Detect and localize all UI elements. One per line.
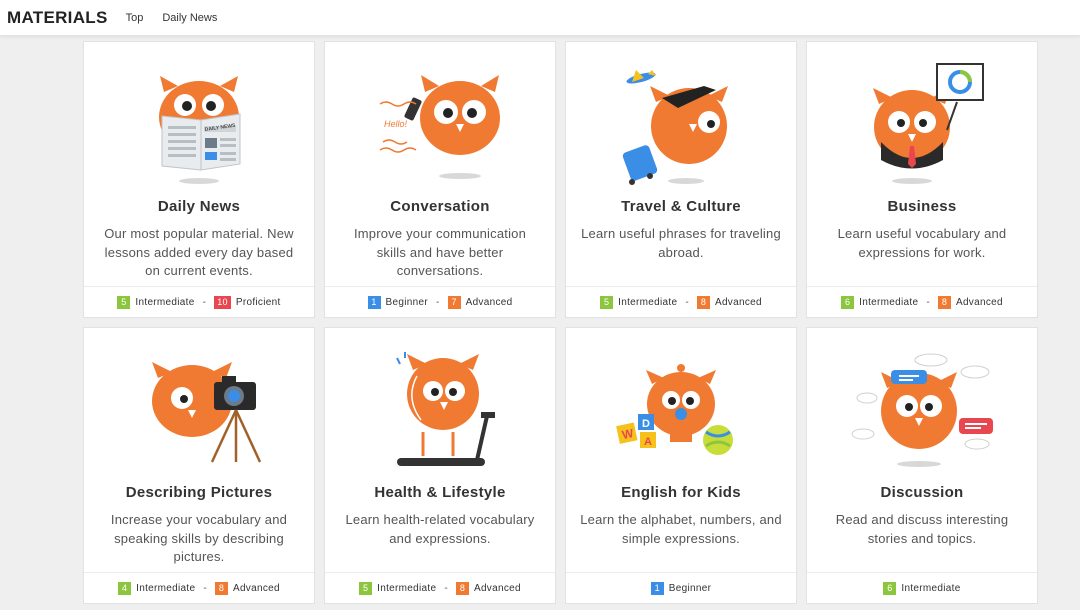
level-label: Advanced bbox=[473, 582, 521, 594]
card-description: Learn the alphabet, numbers, and simple … bbox=[580, 512, 782, 546]
level-badge: 5 bbox=[600, 295, 614, 309]
level-min: 1 Beginner bbox=[367, 295, 428, 309]
level-label: Intermediate bbox=[859, 296, 919, 308]
level-badge: 8 bbox=[696, 295, 710, 309]
level-badge: 8 bbox=[214, 581, 228, 595]
level-label: Intermediate bbox=[618, 296, 678, 308]
owl-traveler-icon bbox=[566, 42, 796, 192]
level-label: Intermediate bbox=[901, 582, 961, 594]
owl-reading-newspaper-icon: DAILY NEWS bbox=[84, 42, 314, 192]
material-card-conversation[interactable]: Hello! Conversation Improve your communi… bbox=[324, 41, 556, 318]
level-badge: 8 bbox=[937, 295, 951, 309]
level-separator: - bbox=[202, 296, 207, 308]
level-label: Beginner bbox=[668, 582, 712, 594]
level-min: 5 Intermediate bbox=[117, 295, 195, 309]
level-badge: 5 bbox=[359, 581, 373, 595]
level-separator: - bbox=[435, 296, 440, 308]
card-title: Describing Pictures bbox=[125, 484, 273, 501]
card-title: Discussion bbox=[880, 484, 964, 501]
level-separator: - bbox=[685, 296, 689, 308]
card-title: Business bbox=[887, 198, 957, 215]
card-title: Daily News bbox=[157, 198, 241, 215]
level-badge: 5 bbox=[117, 295, 131, 309]
card-description: Read and discuss interesting stories and… bbox=[835, 512, 1009, 546]
level-min: 5 Intermediate bbox=[359, 581, 437, 595]
nav-link-top[interactable]: Top bbox=[126, 12, 144, 24]
material-card-travel-culture[interactable]: Travel & Culture Learn useful phrases fo… bbox=[565, 41, 797, 318]
card-title: English for Kids bbox=[621, 484, 741, 501]
baby-owl-icon: W D A bbox=[566, 328, 796, 478]
level-label: Intermediate bbox=[377, 582, 437, 594]
level-range: 5 Intermediate - 10 Proficient bbox=[84, 286, 314, 317]
level-separator: - bbox=[444, 582, 448, 594]
level-max: 8 Advanced bbox=[937, 295, 1003, 309]
level-min: 4 Intermediate bbox=[118, 581, 196, 595]
nav-link-daily-news[interactable]: Daily News bbox=[162, 12, 217, 24]
card-description: Learn useful phrases for traveling abroa… bbox=[581, 226, 781, 260]
owl-discussion-icon bbox=[807, 328, 1037, 478]
block-a: A bbox=[644, 436, 652, 448]
card-description: Increase your vocabulary and speaking sk… bbox=[110, 512, 288, 564]
level-range: 5 Intermediate - 8 Advanced bbox=[325, 572, 555, 603]
level-max: 8 Advanced bbox=[455, 581, 521, 595]
level-range: 1 Beginner - 7 Advanced bbox=[325, 286, 555, 317]
card-description: Our most popular material. New lessons a… bbox=[104, 226, 294, 278]
level-range: 1 Beginner bbox=[566, 572, 796, 603]
level-range: 6 Intermediate - 8 Advanced bbox=[807, 286, 1037, 317]
level-badge: 7 bbox=[447, 295, 461, 309]
brand-logo[interactable]: MATERIALS bbox=[7, 8, 108, 28]
level-badge: 4 bbox=[118, 581, 132, 595]
material-card-health-lifestyle[interactable]: Health & Lifestyle Learn health-related … bbox=[324, 327, 556, 604]
top-nav-bar: MATERIALS Top Daily News bbox=[0, 0, 1080, 36]
owl-business-icon bbox=[807, 42, 1037, 192]
card-title: Health & Lifestyle bbox=[374, 484, 506, 501]
block-d: D bbox=[642, 418, 650, 430]
level-separator: - bbox=[203, 582, 207, 594]
card-title: Travel & Culture bbox=[621, 198, 741, 215]
level-badge: 1 bbox=[367, 295, 381, 309]
level-badge: 10 bbox=[214, 295, 231, 309]
level-label: Advanced bbox=[955, 296, 1003, 308]
owl-on-treadmill-icon bbox=[325, 328, 555, 478]
level-max: 8 Advanced bbox=[214, 581, 280, 595]
level-max: 7 Advanced bbox=[447, 295, 513, 309]
level-label: Intermediate bbox=[136, 582, 196, 594]
level-min: 5 Intermediate bbox=[600, 295, 678, 309]
level-label: Intermediate bbox=[135, 296, 195, 308]
card-description: Learn health-related vocabulary and expr… bbox=[345, 512, 535, 546]
level-badge: 6 bbox=[841, 295, 855, 309]
level-badge: 8 bbox=[455, 581, 469, 595]
owl-on-phone-icon: Hello! bbox=[325, 42, 555, 192]
owl-with-camera-icon bbox=[84, 328, 314, 478]
level-range: 5 Intermediate - 8 Advanced bbox=[566, 286, 796, 317]
material-card-describing-pictures[interactable]: Describing Pictures Increase your vocabu… bbox=[83, 327, 315, 604]
material-card-daily-news[interactable]: DAILY NEWS Daily News Our most popular m… bbox=[83, 41, 315, 318]
level-min: 1 Beginner bbox=[650, 581, 712, 595]
hello-bubble-text: Hello! bbox=[384, 119, 408, 129]
material-card-business[interactable]: Business Learn useful vocabulary and exp… bbox=[806, 41, 1038, 318]
level-label: Advanced bbox=[232, 582, 280, 594]
level-badge: 1 bbox=[650, 581, 664, 595]
level-range: 4 Intermediate - 8 Advanced bbox=[84, 572, 314, 603]
level-min: 6 Intermediate bbox=[883, 581, 961, 595]
level-label: Beginner bbox=[385, 296, 428, 308]
level-min: 6 Intermediate bbox=[841, 295, 919, 309]
card-title: Conversation bbox=[390, 198, 490, 215]
level-max: 8 Advanced bbox=[696, 295, 762, 309]
level-label: Advanced bbox=[714, 296, 762, 308]
card-description: Improve your communication skills and ha… bbox=[353, 226, 527, 278]
card-description: Learn useful vocabulary and expressions … bbox=[837, 226, 1007, 260]
material-card-discussion[interactable]: Discussion Read and discuss interesting … bbox=[806, 327, 1038, 604]
block-w: W bbox=[616, 422, 638, 444]
level-label: Proficient bbox=[235, 296, 281, 308]
level-separator: - bbox=[926, 296, 930, 308]
level-range: 6 Intermediate bbox=[807, 572, 1037, 603]
level-max: 10 Proficient bbox=[214, 295, 281, 309]
materials-grid: DAILY NEWS Daily News Our most popular m… bbox=[83, 41, 1038, 604]
level-label: Advanced bbox=[465, 296, 513, 308]
material-card-english-for-kids[interactable]: W D A English for Kids Learn the alphabe… bbox=[565, 327, 797, 604]
level-badge: 6 bbox=[883, 581, 897, 595]
